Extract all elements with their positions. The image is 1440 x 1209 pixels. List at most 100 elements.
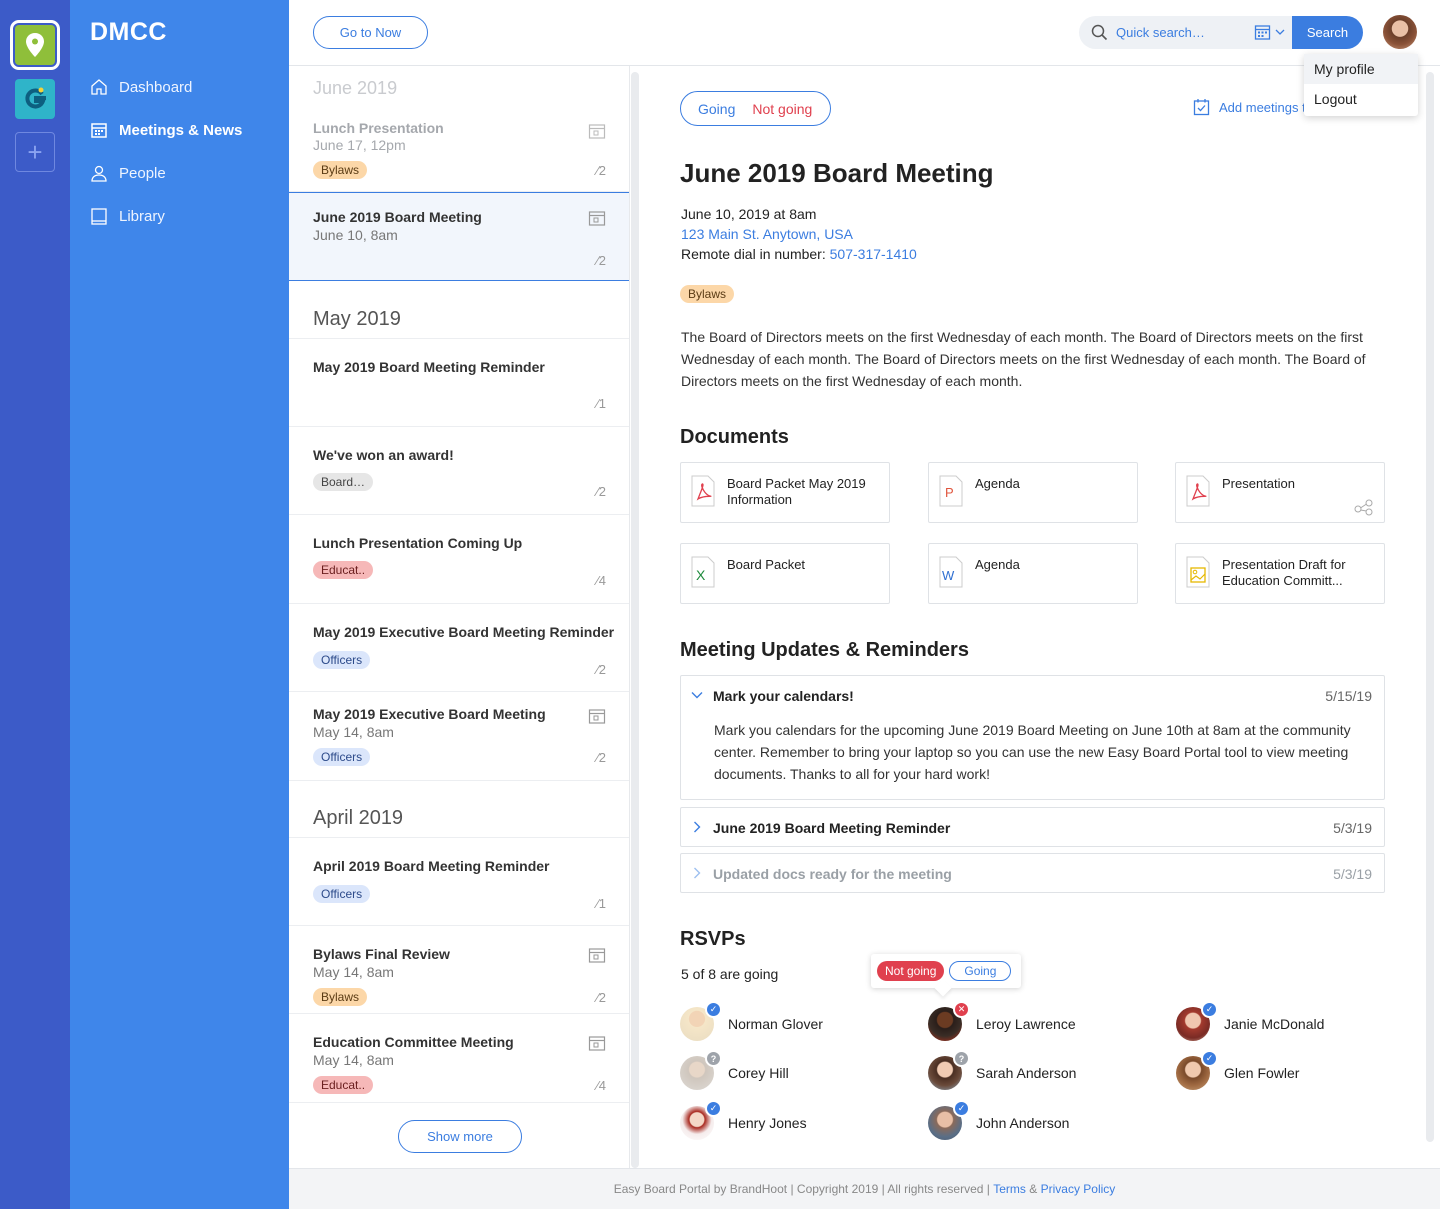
- calendar-check-icon: [1193, 99, 1210, 116]
- sidebar-item-label: Dashboard: [119, 78, 193, 96]
- sidebar-item-people[interactable]: People: [90, 164, 166, 182]
- list-item[interactable]: Lunch Presentation Coming Up Educat.. ⁄4: [289, 515, 629, 604]
- person-name: Corey Hill: [728, 1065, 789, 1081]
- go-to-now-button[interactable]: Go to Now: [313, 16, 428, 49]
- search-button[interactable]: Search: [1292, 16, 1363, 49]
- pdf-file-icon: [691, 475, 715, 507]
- app-switch-dmcc[interactable]: [10, 20, 60, 70]
- privacy-policy-link[interactable]: Privacy Policy: [1041, 1182, 1116, 1196]
- rsvps-count: 5 of 8 are going: [681, 966, 779, 982]
- document-card[interactable]: P Agenda: [928, 462, 1138, 523]
- update-item[interactable]: Updated docs ready for the meeting 5/3/1…: [680, 853, 1385, 893]
- chevron-down-icon: [1275, 29, 1285, 35]
- calendar-icon: [91, 123, 107, 138]
- item-title: Bylaws Final Review: [313, 946, 450, 962]
- document-card[interactable]: Board Packet May 2019 Information: [680, 462, 890, 523]
- item-title: April 2019 Board Meeting Reminder: [313, 858, 550, 874]
- going-check-icon: ✓: [705, 1001, 722, 1018]
- rsvp-toggle[interactable]: Going Not going: [680, 91, 831, 126]
- attachment-count: ⁄2: [596, 990, 606, 1005]
- attachment-count: ⁄4: [596, 573, 606, 588]
- powerpoint-file-icon: P: [939, 475, 963, 507]
- list-item[interactable]: Lunch Presentation June 17, 12pm Bylaws …: [289, 106, 629, 192]
- item-subtitle: May 14, 8am: [313, 964, 394, 980]
- popover-going-button[interactable]: Going: [949, 961, 1012, 981]
- user-menu: My profile Logout: [1304, 54, 1418, 116]
- rsvp-person[interactable]: ✓ Glen Fowler: [1176, 1050, 1299, 1090]
- document-card[interactable]: W Agenda: [928, 543, 1138, 604]
- search-input[interactable]: Quick search…: [1079, 16, 1293, 49]
- dial-number-link[interactable]: 507-317-1410: [830, 246, 917, 262]
- avatar: ✓: [928, 1100, 970, 1140]
- document-card[interactable]: Presentation: [1175, 462, 1385, 523]
- add-app-button[interactable]: +: [15, 132, 55, 172]
- list-item-selected[interactable]: June 2019 Board Meeting June 10, 8am ⁄2: [289, 192, 629, 281]
- list-scrollbar[interactable]: [631, 72, 639, 1168]
- sidebar-item-meetings[interactable]: Meetings & News: [90, 121, 242, 139]
- sidebar-item-dashboard[interactable]: Dashboard: [90, 78, 192, 96]
- person-name: Janie McDonald: [1224, 1016, 1325, 1032]
- meeting-datetime: June 10, 2019 at 8am: [681, 206, 817, 222]
- app-switch-g[interactable]: [15, 79, 55, 119]
- user-avatar[interactable]: [1383, 15, 1417, 49]
- item-title: May 2019 Board Meeting Reminder: [313, 359, 545, 375]
- svg-text:X: X: [696, 567, 706, 583]
- rsvp-going-option[interactable]: Going: [698, 101, 735, 117]
- update-date: 5/3/19: [1333, 820, 1372, 836]
- org-name: DMCC: [90, 18, 167, 46]
- rsvp-person[interactable]: ✓ Janie McDonald: [1176, 1001, 1325, 1041]
- rsvp-person[interactable]: ✓ Henry Jones: [680, 1100, 807, 1140]
- search-icon: [1091, 24, 1108, 41]
- item-subtitle: May 14, 8am: [313, 724, 394, 740]
- add-meetings-link[interactable]: Add meetings to: [1193, 98, 1313, 116]
- tag-badge: Educat..: [313, 1076, 374, 1094]
- list-item[interactable]: Bylaws Final Review May 14, 8am Bylaws ⁄…: [289, 926, 629, 1014]
- list-item[interactable]: April 2019 Board Meeting Reminder Office…: [289, 837, 629, 926]
- popover-not-going-button[interactable]: Not going: [877, 961, 945, 981]
- rsvp-person[interactable]: ✓ Norman Glover: [680, 1001, 823, 1041]
- date-filter-dropdown[interactable]: [1242, 23, 1285, 41]
- list-item[interactable]: May 2019 Executive Board Meeting May 14,…: [289, 692, 629, 781]
- avatar: ?: [928, 1050, 970, 1090]
- item-title: Lunch Presentation: [313, 120, 444, 136]
- pdf-file-icon: [1186, 475, 1210, 507]
- sidebar-item-label: Meetings & News: [119, 121, 243, 139]
- not-going-x-icon: ✕: [953, 1001, 970, 1018]
- dial-label: Remote dial in number:: [681, 246, 826, 262]
- rsvp-person[interactable]: ? Corey Hill: [680, 1050, 789, 1090]
- avatar: ✕: [928, 1001, 970, 1041]
- item-subtitle: June 10, 8am: [313, 227, 398, 243]
- document-name: Board Packet May 2019 Information: [727, 476, 866, 507]
- rsvp-person[interactable]: ✕ Leroy Lawrence: [928, 1001, 1076, 1041]
- rsvp-person[interactable]: ✓ John Anderson: [928, 1100, 1069, 1140]
- menu-item-logout[interactable]: Logout: [1304, 84, 1418, 114]
- rsvps-heading: RSVPs: [680, 928, 746, 950]
- person-name: Leroy Lawrence: [976, 1016, 1076, 1032]
- tag-badge: Educat..: [313, 561, 374, 579]
- update-item[interactable]: June 2019 Board Meeting Reminder 5/3/19: [680, 807, 1385, 847]
- show-more-button[interactable]: Show more: [398, 1120, 522, 1153]
- update-item-expanded[interactable]: Mark your calendars! 5/15/19 Mark you ca…: [680, 675, 1385, 800]
- list-item[interactable]: May 2019 Board Meeting Reminder ⁄1: [289, 338, 629, 427]
- meeting-address-link[interactable]: 123 Main St. Anytown, USA: [681, 226, 853, 242]
- sidebar-item-library[interactable]: Library: [90, 207, 165, 225]
- rsvp-person[interactable]: ? Sarah Anderson: [928, 1050, 1076, 1090]
- unknown-question-icon: ?: [705, 1050, 722, 1067]
- book-icon: [91, 208, 107, 225]
- tag-badge: Bylaws: [313, 161, 368, 179]
- list-item[interactable]: Education Committee Meeting May 14, 8am …: [289, 1014, 629, 1103]
- list-item[interactable]: May 2019 Executive Board Meeting Reminde…: [289, 604, 629, 692]
- month-heading: April 2019: [313, 807, 404, 829]
- detail-scrollbar[interactable]: [1426, 72, 1434, 1142]
- document-card[interactable]: Presentation Draft for Education Committ…: [1175, 543, 1385, 604]
- terms-link[interactable]: Terms: [993, 1182, 1026, 1196]
- list-item[interactable]: We've won an award! Board… ⁄2: [289, 427, 629, 515]
- menu-item-my-profile[interactable]: My profile: [1304, 54, 1418, 84]
- going-check-icon: ✓: [953, 1100, 970, 1117]
- rsvp-not-going-option[interactable]: Not going: [752, 101, 812, 117]
- avatar: ?: [680, 1050, 722, 1090]
- document-name: Board Packet: [727, 557, 806, 572]
- document-card[interactable]: X Board Packet: [680, 543, 890, 604]
- avatar: ✓: [1176, 1050, 1218, 1090]
- word-file-icon: W: [939, 556, 963, 588]
